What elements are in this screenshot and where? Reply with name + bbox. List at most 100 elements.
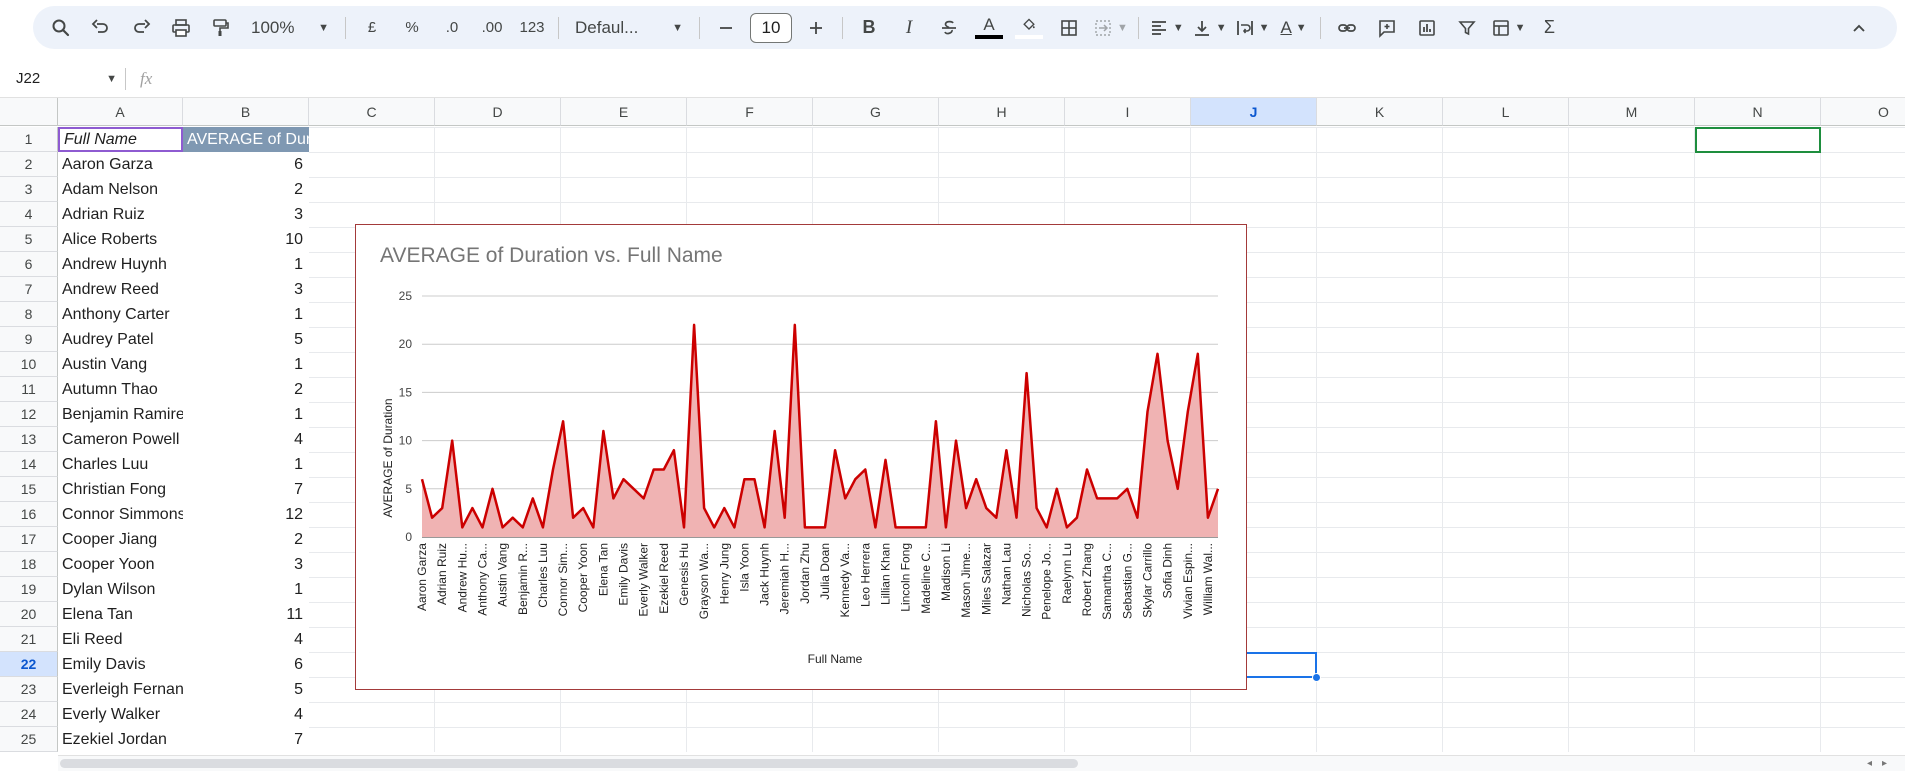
column-header-b[interactable]: B [183,98,309,126]
cell-average-duration[interactable]: 2 [183,527,309,552]
column-header-i[interactable]: I [1065,98,1191,126]
number-format-button[interactable]: 123 [516,12,548,44]
cell-average-duration[interactable]: 3 [183,552,309,577]
row-header[interactable]: 25 [0,727,58,752]
increase-decimal-button[interactable]: .00 [476,12,508,44]
search-icon[interactable] [45,12,77,44]
name-box[interactable]: J22 ▼ [0,65,125,93]
row-header[interactable]: 18 [0,552,58,577]
cell-full-name[interactable]: Austin Vang [58,352,183,377]
cell-average-duration[interactable]: 10 [183,227,309,252]
functions-button[interactable]: Σ [1533,12,1565,44]
borders-icon[interactable] [1053,12,1085,44]
cell-average-duration[interactable]: 2 [183,177,309,202]
cell-average-duration[interactable]: 1 [183,452,309,477]
column-header-l[interactable]: L [1443,98,1569,126]
cell-average-duration[interactable]: 12 [183,502,309,527]
italic-button[interactable]: I [893,12,925,44]
cell-full-name[interactable]: Elena Tan [58,602,183,627]
bold-button[interactable]: B [853,12,885,44]
cell-average-duration[interactable]: 4 [183,627,309,652]
insert-link-icon[interactable] [1331,12,1363,44]
row-header[interactable]: 5 [0,227,58,252]
cell-full-name[interactable]: Cooper Jiang [58,527,183,552]
cell-full-name[interactable]: Everleigh Fernandez [58,677,183,702]
cell-average-duration[interactable]: 3 [183,202,309,227]
strikethrough-icon[interactable] [933,12,965,44]
row-header[interactable]: 24 [0,702,58,727]
cell-full-name[interactable]: Emily Davis [58,652,183,677]
cell-full-name[interactable]: Andrew Reed [58,277,183,302]
print-icon[interactable] [165,12,197,44]
zoom-select[interactable]: 100% ▼ [245,12,335,44]
column-header-m[interactable]: M [1569,98,1695,126]
cell-full-name[interactable]: Andrew Huynh [58,252,183,277]
row-header[interactable]: 8 [0,302,58,327]
cell-average-duration[interactable]: 1 [183,402,309,427]
scroll-arrows-icon[interactable]: ◂▸ [1867,758,1897,769]
cell-average-duration[interactable]: 1 [183,352,309,377]
cell-full-name[interactable]: Anthony Carter [58,302,183,327]
fill-handle[interactable] [1312,673,1321,682]
cell-full-name[interactable]: Everly Walker [58,702,183,727]
text-color-button[interactable]: A [973,12,1005,44]
cell-full-name[interactable]: Adrian Ruiz [58,202,183,227]
cell-average-duration[interactable]: 5 [183,327,309,352]
cell-full-name[interactable]: Ezekiel Jordan [58,727,183,752]
cell-full-name[interactable]: Christian Fong [58,477,183,502]
cell-average-duration[interactable]: 4 [183,702,309,727]
column-header-n[interactable]: N [1695,98,1821,126]
row-header[interactable]: 1 [0,127,58,152]
column-header-j[interactable]: J [1191,98,1317,126]
scrollbar-thumb[interactable] [60,759,1078,768]
cell-average-duration[interactable]: 6 [183,152,309,177]
row-header[interactable]: 9 [0,327,58,352]
row-header[interactable]: 13 [0,427,58,452]
column-header-a[interactable]: A [58,98,183,126]
cell-full-name[interactable]: Alice Roberts [58,227,183,252]
cell-full-name[interactable]: Connor Simmons [58,502,183,527]
row-header[interactable]: 17 [0,527,58,552]
cell-average-duration[interactable]: 7 [183,477,309,502]
paint-format-icon[interactable] [205,12,237,44]
cell-average-duration[interactable]: 4 [183,427,309,452]
column-header-c[interactable]: C [309,98,435,126]
decrease-font-size-button[interactable] [710,12,742,44]
column-header-k[interactable]: K [1317,98,1443,126]
insert-chart-icon[interactable] [1411,12,1443,44]
column-header-f[interactable]: F [687,98,813,126]
text-rotation-button[interactable]: A ▼ [1278,12,1310,44]
cell-average-duration[interactable]: 1 [183,577,309,602]
cell-average-duration[interactable]: 3 [183,277,309,302]
fill-color-icon[interactable] [1013,12,1045,44]
embedded-chart[interactable]: AVERAGE of Duration vs. Full Name AVERAG… [355,224,1247,690]
row-header[interactable]: 6 [0,252,58,277]
insert-comment-icon[interactable] [1371,12,1403,44]
cell-full-name[interactable]: Autumn Thao [58,377,183,402]
cell-b1[interactable]: AVERAGE of Duration [183,127,309,152]
cell-average-duration[interactable]: 1 [183,302,309,327]
cell-average-duration[interactable]: 1 [183,252,309,277]
percent-format-button[interactable]: % [396,12,428,44]
cell-full-name[interactable]: Cameron Powell [58,427,183,452]
cell-average-duration[interactable]: 2 [183,377,309,402]
font-size-input[interactable]: 10 [750,12,792,43]
filter-views-icon[interactable]: ▼ [1491,12,1525,44]
cell-average-duration[interactable]: 11 [183,602,309,627]
row-header[interactable]: 14 [0,452,58,477]
cell-full-name[interactable]: Audrey Patel [58,327,183,352]
column-header-o[interactable]: O [1821,98,1905,126]
formula-input[interactable] [162,65,1905,93]
row-header[interactable]: 4 [0,202,58,227]
cell-average-duration[interactable]: 6 [183,652,309,677]
row-header[interactable]: 3 [0,177,58,202]
increase-font-size-button[interactable] [800,12,832,44]
undo-icon[interactable] [85,12,117,44]
row-header[interactable]: 15 [0,477,58,502]
row-header[interactable]: 22 [0,652,58,677]
horizontal-scrollbar[interactable]: ◂▸ [58,755,1905,771]
row-header[interactable]: 19 [0,577,58,602]
cell-full-name[interactable]: Aaron Garza [58,152,183,177]
cell-full-name[interactable]: Benjamin Ramirez [58,402,183,427]
row-header[interactable]: 2 [0,152,58,177]
